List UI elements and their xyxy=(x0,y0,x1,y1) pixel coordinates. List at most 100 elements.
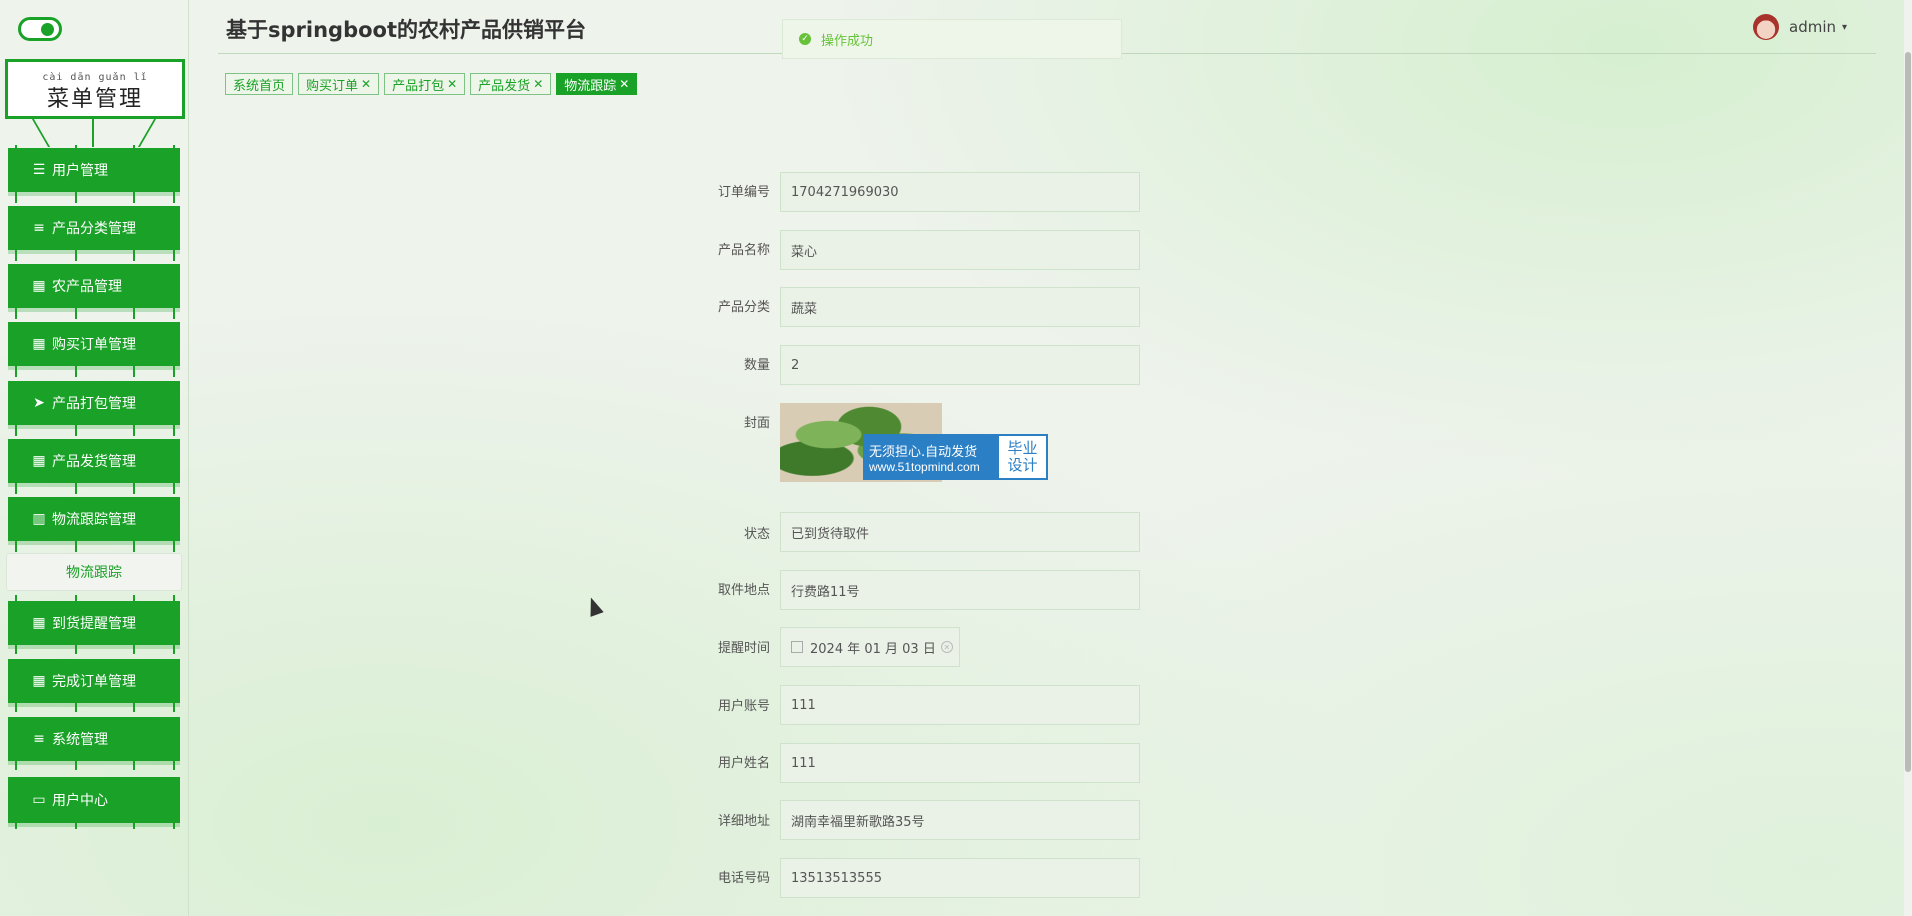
tab-label: 产品发货 xyxy=(478,78,531,94)
category-field[interactable]: 蔬菜 xyxy=(780,287,1140,327)
sidebar-item-label: 系统管理 xyxy=(52,732,108,748)
sidebar-item-packing-management[interactable]: ➤ 产品打包管理 xyxy=(8,381,180,425)
sidebar-item-label: 物流跟踪管理 xyxy=(52,512,136,528)
grid-icon: ▦ xyxy=(32,673,46,689)
avatar xyxy=(1753,14,1779,40)
menu-tick xyxy=(173,425,175,436)
toast-message: 操作成功 xyxy=(821,33,874,49)
sidebar-item-order-management[interactable]: ▦ 购买订单管理 xyxy=(8,322,180,366)
close-icon[interactable]: ✕ xyxy=(361,77,371,91)
sidebar-item-shipping-management[interactable]: ▦ 产品发货管理 xyxy=(8,439,180,483)
pickup-field[interactable]: 行费路11号 xyxy=(780,570,1140,610)
card-icon: ▭ xyxy=(32,792,46,808)
watermark-right: 毕业 设计 xyxy=(999,436,1046,478)
tab-logistics[interactable]: 物流跟踪 ✕ xyxy=(556,73,638,95)
sidebar-item-label: 购买订单管理 xyxy=(52,337,136,353)
menu-tick xyxy=(15,541,17,552)
menu-tick xyxy=(173,308,175,319)
user-menu[interactable]: admin ▾ xyxy=(1753,14,1847,40)
chevron-down-icon: ▾ xyxy=(1842,21,1848,33)
sidebar-item-arrival-reminder[interactable]: ▦ 到货提醒管理 xyxy=(8,601,180,645)
menu-title: 菜单管理 xyxy=(46,87,143,112)
sidebar-item-label: 农产品管理 xyxy=(52,279,122,295)
connector-line xyxy=(31,119,51,147)
menu-tick xyxy=(173,250,175,261)
clear-icon[interactable]: ✕ xyxy=(940,641,953,653)
sidebar-item-user-center[interactable]: ▭ 用户中心 xyxy=(8,777,180,823)
account-field[interactable]: 111 xyxy=(780,685,1140,725)
quantity-field[interactable]: 2 xyxy=(780,345,1140,385)
status-field[interactable]: 已到货待取件 xyxy=(780,512,1140,552)
sidebar-subitem-logistics[interactable]: 物流跟踪 xyxy=(6,553,182,591)
watermark-line1: 无须担心.自动发货 xyxy=(869,444,978,460)
category-label: 产品分类 xyxy=(717,300,770,315)
menu-tick xyxy=(15,483,17,494)
sidebar-item-label: 用户中心 xyxy=(52,793,108,809)
bar-chart-icon: ▥ xyxy=(32,511,46,527)
phone-field[interactable]: 13513513555 xyxy=(780,858,1140,898)
list-icon: ≡ xyxy=(33,731,45,747)
menu-tick xyxy=(75,366,77,377)
phone-label: 电话号码 xyxy=(717,871,770,886)
close-icon[interactable]: ✕ xyxy=(533,77,543,91)
name-field[interactable]: 111 xyxy=(780,743,1140,783)
remind-date-picker[interactable]: 2024 年 01 月 03 日 ✕ xyxy=(780,627,960,667)
menu-tick xyxy=(75,483,77,494)
product-name-field[interactable]: 菜心 xyxy=(780,230,1140,270)
tab-home[interactable]: 系统首页 xyxy=(225,73,294,95)
menu-tick xyxy=(75,425,77,436)
watermark-line2: www.51topmind.com xyxy=(869,459,980,474)
connector-line xyxy=(137,119,157,147)
menu-tick xyxy=(75,250,77,261)
scrollbar-thumb[interactable] xyxy=(1905,52,1911,772)
menu-tick xyxy=(173,483,175,494)
sidebar-item-label: 产品打包管理 xyxy=(52,396,136,412)
order-no-field[interactable]: 1704271969030 xyxy=(780,172,1140,212)
sidebar-item-completed-orders[interactable]: ▦ 完成订单管理 xyxy=(8,659,180,703)
connector-line xyxy=(92,119,94,147)
menu-tick xyxy=(15,250,17,261)
menu-tick xyxy=(15,192,17,203)
sidebar-item-product-management[interactable]: ▦ 农产品管理 xyxy=(8,264,180,308)
tab-label: 系统首页 xyxy=(233,78,286,94)
menu-tick xyxy=(133,483,135,494)
menu-tick xyxy=(75,541,77,552)
account-label: 用户账号 xyxy=(717,699,770,714)
paper-plane-icon: ➤ xyxy=(33,395,45,411)
toggle-knob xyxy=(41,23,54,36)
menu-tick xyxy=(173,366,175,377)
menu-tick xyxy=(173,541,175,552)
sidebar-item-label: 产品分类管理 xyxy=(52,221,136,237)
cover-label: 封面 xyxy=(743,416,770,431)
sidebar-item-label: 到货提醒管理 xyxy=(52,616,136,632)
grid-icon: ▦ xyxy=(32,453,46,469)
sidebar-item-category-management[interactable]: ≡ 产品分类管理 xyxy=(8,206,180,250)
menu-tick xyxy=(173,192,175,203)
tab-label: 物流跟踪 xyxy=(564,78,617,94)
tab-packing[interactable]: 产品打包 ✕ xyxy=(384,73,466,95)
sidebar-item-system-management[interactable]: ≡ 系统管理 xyxy=(8,717,180,761)
address-field[interactable]: 湖南幸福里新歌路35号 xyxy=(780,800,1140,840)
close-icon[interactable]: ✕ xyxy=(447,77,457,91)
grid-icon: ▦ xyxy=(32,615,46,631)
sliders-icon: ☰ xyxy=(32,162,46,178)
page-title: 基于springboot的农村产品供销平台 xyxy=(226,18,586,42)
remind-time-label: 提醒时间 xyxy=(717,641,770,656)
success-toast: ✓ 操作成功 xyxy=(782,19,1122,59)
tab-orders[interactable]: 购买订单 ✕ xyxy=(298,73,380,95)
sidebar-item-user-management[interactable]: ☰ 用户管理 xyxy=(8,148,180,192)
page-scrollbar[interactable] xyxy=(1904,0,1912,916)
sidebar: cài dān guǎn lǐ 菜单管理 ☰ 用户管理 ≡ 产品分类管理 ▦ 农… xyxy=(0,0,189,916)
tab-shipping[interactable]: 产品发货 ✕ xyxy=(470,73,552,95)
close-icon[interactable]: ✕ xyxy=(619,77,629,91)
menu-tick xyxy=(15,425,17,436)
calendar-icon xyxy=(791,641,803,653)
watermark-right2: 设计 xyxy=(1007,456,1038,474)
watermark-stamp: 无须担心.自动发货 www.51topmind.com 毕业 设计 xyxy=(863,434,1048,480)
tab-bar: 系统首页 购买订单 ✕ 产品打包 ✕ 产品发货 ✕ 物流跟踪 ✕ xyxy=(225,73,642,95)
menu-tick xyxy=(133,541,135,552)
sidebar-item-logistics-management[interactable]: ▥ 物流跟踪管理 xyxy=(8,497,180,541)
sidebar-toggle[interactable] xyxy=(18,17,62,41)
order-no-label: 订单编号 xyxy=(717,185,770,200)
quantity-label: 数量 xyxy=(743,358,770,373)
